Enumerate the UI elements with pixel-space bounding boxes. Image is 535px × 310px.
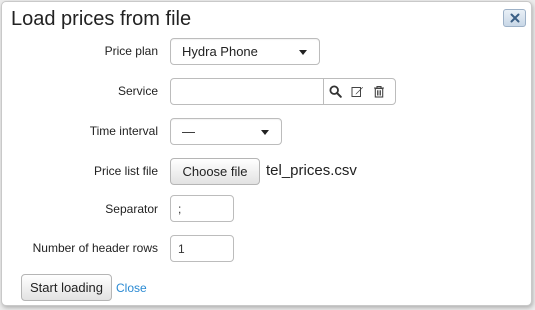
time-interval-value: — [182,124,195,139]
trash-icon[interactable] [368,79,390,104]
separator-label: Separator [105,202,158,216]
service-input[interactable] [171,79,324,104]
choose-file-button[interactable]: Choose file [170,158,260,185]
time-interval-select[interactable]: — [170,118,282,145]
close-x-icon [510,13,519,23]
service-label: Service [117,84,158,98]
search-icon[interactable] [324,79,346,104]
price-plan-label: Price plan [104,44,158,58]
time-interval-label: Time interval [89,124,158,138]
price-plan-value: Hydra Phone [182,44,258,59]
header-rows-input[interactable]: 1 [170,235,234,262]
chevron-down-icon [299,50,307,55]
close-link[interactable]: Close [116,281,147,295]
selected-file-name: tel_prices.csv [266,162,357,179]
price-plan-select[interactable]: Hydra Phone [170,38,320,65]
service-input-group [170,78,396,105]
price-list-file-label: Price list file [93,164,158,178]
close-dialog-button[interactable] [503,9,526,27]
header-rows-label: Number of header rows [32,241,158,255]
edit-icon[interactable] [346,79,368,104]
chevron-down-icon [261,130,269,135]
dialog-title: Load prices from file [11,8,192,30]
separator-input[interactable]: ; [170,195,234,222]
load-prices-dialog: Load prices from file Price plan Hydra P… [1,1,532,306]
start-loading-button[interactable]: Start loading [21,274,112,301]
